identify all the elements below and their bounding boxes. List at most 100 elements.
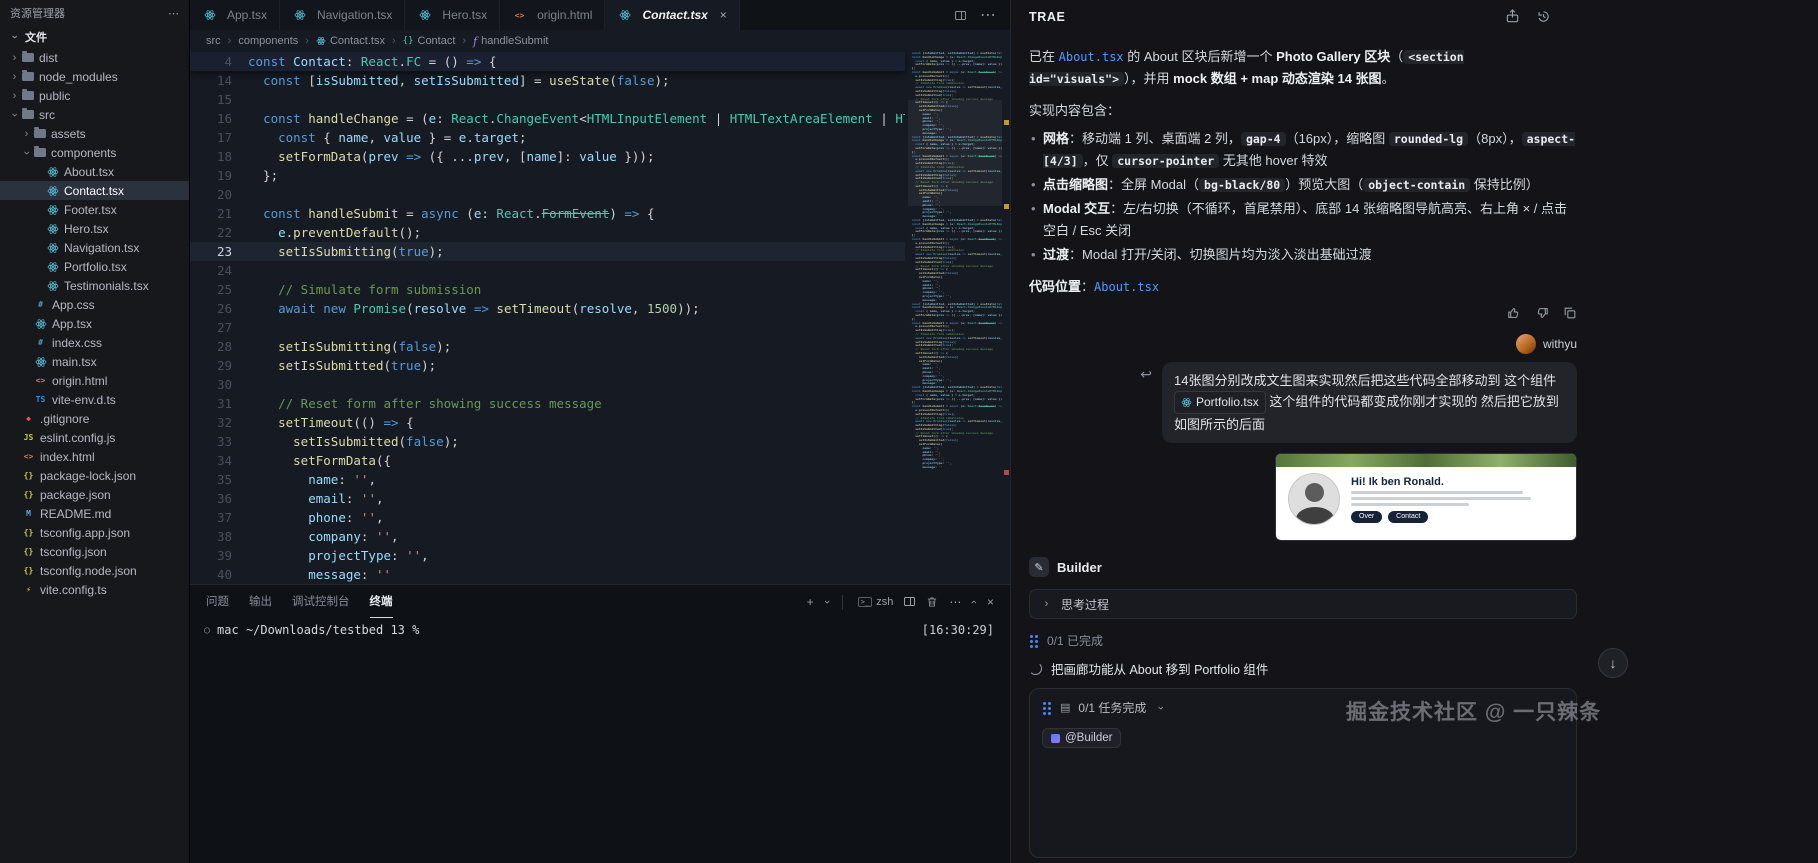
new-terminal-icon[interactable]: + [807, 595, 814, 609]
code-line-35[interactable]: 35 name: '', [190, 470, 905, 489]
code-line-37[interactable]: 37 phone: '', [190, 508, 905, 527]
file-tree-item-public[interactable]: ›public [0, 86, 189, 105]
more-actions-icon[interactable]: ⋯ [168, 7, 179, 20]
code-line-16[interactable]: 16 const handleChange = (e: React.Change… [190, 109, 905, 128]
code-line-34[interactable]: 34 setFormData({ [190, 451, 905, 470]
thinking-process-toggle[interactable]: › 思考过程 [1029, 589, 1577, 619]
file-tree-item-components[interactable]: ›components [0, 143, 189, 162]
file-tree-item-Portfolio.tsx[interactable]: Portfolio.tsx [0, 257, 189, 276]
terminal-output[interactable]: ○ mac ~/Downloads/testbed 13 % [16:30:29… [190, 618, 1010, 637]
split-editor-icon[interactable] [955, 11, 966, 20]
code-line-29[interactable]: 29 setIsSubmitted(true); [190, 356, 905, 375]
scroll-to-bottom-button[interactable]: ↓ [1598, 648, 1628, 678]
code-line-28[interactable]: 28 setIsSubmitting(false); [190, 337, 905, 356]
file-tree-item-main.tsx[interactable]: main.tsx [0, 352, 189, 371]
breadcrumb-item-Contact[interactable]: {}Contact [403, 35, 456, 47]
terminal-tab-调试控制台[interactable]: 调试控制台 [292, 585, 350, 618]
code-line-17[interactable]: 17 const { name, value } = e.target; [190, 128, 905, 147]
builder-mode-chip[interactable]: @Builder [1042, 728, 1121, 748]
tab-Navigation.tsx[interactable]: Navigation.tsx [280, 0, 405, 30]
shell-badge[interactable]: >_ zsh [858, 596, 894, 608]
tab-App.tsx[interactable]: App.tsx [190, 0, 280, 30]
code-line-27[interactable]: 27 [190, 318, 905, 337]
file-link[interactable]: About.tsx [1059, 50, 1124, 64]
thumbs-down-icon[interactable] [1535, 306, 1549, 320]
minimap-slider[interactable] [908, 100, 1002, 206]
terminal-dropdown-icon[interactable]: › [820, 600, 832, 604]
file-tree-item-tsconfig.json[interactable]: {}tsconfig.json [0, 542, 189, 561]
tab-Contact.tsx[interactable]: Contact.tsx× [605, 0, 739, 30]
file-tree-item-Testimonials.tsx[interactable]: Testimonials.tsx [0, 276, 189, 295]
breadcrumb-item-src[interactable]: src [206, 35, 221, 47]
code-line-38[interactable]: 38 company: '', [190, 527, 905, 546]
file-tree-item-index.css[interactable]: #index.css [0, 333, 189, 352]
code-line-14[interactable]: 14 const [isSubmitted, setIsSubmitted] =… [190, 71, 905, 90]
file-tree-item-Footer.tsx[interactable]: Footer.tsx [0, 200, 189, 219]
editor-more-icon[interactable]: ⋯ [980, 5, 996, 25]
copy-icon[interactable] [1563, 306, 1577, 320]
code-line-22[interactable]: 22 e.preventDefault(); [190, 223, 905, 242]
file-tree-item-tsconfig.app.json[interactable]: {}tsconfig.app.json [0, 523, 189, 542]
breadcrumb-item-Contact.tsx[interactable]: Contact.tsx [316, 35, 385, 47]
code-line-30[interactable]: 30 [190, 375, 905, 394]
code-line-33[interactable]: 33 setIsSubmitted(false); [190, 432, 905, 451]
file-tree-item-vite-env.d.ts[interactable]: TSvite-env.d.ts [0, 390, 189, 409]
share-icon[interactable] [1505, 9, 1520, 24]
file-tree-item-Hero.tsx[interactable]: Hero.tsx [0, 219, 189, 238]
tasks-progress-label[interactable]: 0/1 任务完成 [1078, 699, 1146, 716]
code-line-24[interactable]: 24 [190, 261, 905, 280]
file-tree-item-App.css[interactable]: #App.css [0, 295, 189, 314]
file-tree-item-dist[interactable]: ›dist [0, 48, 189, 67]
file-tree-item-package-lock.json[interactable]: {}package-lock.json [0, 466, 189, 485]
code-line-18[interactable]: 18 setFormData(prev => ({ ...prev, [name… [190, 147, 905, 166]
code-line-32[interactable]: 32 setTimeout(() => { [190, 413, 905, 432]
workspace-section[interactable]: › 文件 [0, 26, 189, 48]
history-icon[interactable] [1536, 9, 1551, 24]
file-tree-item-Contact.tsx[interactable]: Contact.tsx [0, 181, 189, 200]
code-line-39[interactable]: 39 projectType: '', [190, 546, 905, 565]
code-line-15[interactable]: 15 [190, 90, 905, 109]
code-line-19[interactable]: 19 }; [190, 166, 905, 185]
attachment-image[interactable]: Hi! Ik ben Ronald. OverContact [1275, 453, 1577, 541]
file-tree-item-.gitignore[interactable]: ◆.gitignore [0, 409, 189, 428]
code-line-26[interactable]: 26 await new Promise(resolve => setTimeo… [190, 299, 905, 318]
file-tree-item-package.json[interactable]: {}package.json [0, 485, 189, 504]
breadcrumb-item-handleSubmit[interactable]: fhandleSubmit [473, 35, 548, 48]
file-tree-item-README.md[interactable]: MREADME.md [0, 504, 189, 523]
close-tab-icon[interactable]: × [720, 8, 727, 22]
file-tree-item-src[interactable]: ›src [0, 105, 189, 124]
trash-icon[interactable] [926, 596, 938, 608]
file-tree-item-assets[interactable]: ›assets [0, 124, 189, 143]
file-tree-item-About.tsx[interactable]: About.tsx [0, 162, 189, 181]
split-terminal-icon[interactable] [904, 597, 915, 606]
file-tree-item-origin.html[interactable]: <>origin.html [0, 371, 189, 390]
file-chip[interactable]: Portfolio.tsx [1174, 391, 1266, 414]
code-line-25[interactable]: 25 // Simulate form submission [190, 280, 905, 299]
code-line-31[interactable]: 31 // Reset form after showing success m… [190, 394, 905, 413]
file-tree-item-vite.config.ts[interactable]: ⚡vite.config.ts [0, 580, 189, 599]
breadcrumb-item-components[interactable]: components [238, 35, 298, 47]
file-tree-item-eslint.config.js[interactable]: JSeslint.config.js [0, 428, 189, 447]
code-line-36[interactable]: 36 email: '', [190, 489, 905, 508]
terminal-tab-问题[interactable]: 问题 [206, 585, 229, 618]
code-line-4[interactable]: 4const Contact: React.FC = () => { [190, 52, 905, 71]
chevron-down-icon[interactable]: › [1155, 701, 1167, 714]
file-tree-item-node_modules[interactable]: ›node_modules [0, 67, 189, 86]
thumbs-up-icon[interactable] [1507, 306, 1521, 320]
code-line-20[interactable]: 20 [190, 185, 905, 204]
tab-Hero.tsx[interactable]: Hero.tsx [405, 0, 500, 30]
terminal-more-icon[interactable]: ⋯ [949, 595, 961, 609]
file-link[interactable]: About.tsx [1094, 280, 1159, 294]
file-tree-item-tsconfig.node.json[interactable]: {}tsconfig.node.json [0, 561, 189, 580]
file-tree-item-index.html[interactable]: <>index.html [0, 447, 189, 466]
revert-icon[interactable]: ↩ [1140, 366, 1152, 383]
code-line-21[interactable]: 21 const handleSubmit = async (e: React.… [190, 204, 905, 223]
terminal-tab-输出[interactable]: 输出 [249, 585, 272, 618]
close-panel-icon[interactable]: × [987, 595, 994, 609]
file-tree-item-App.tsx[interactable]: App.tsx [0, 314, 189, 333]
tab-origin.html[interactable]: <>origin.html [500, 0, 605, 30]
maximize-panel-icon[interactable]: › [968, 600, 980, 604]
code-line-23[interactable]: 23 setIsSubmitting(true); [190, 242, 905, 261]
code-editor[interactable]: 14 const [isSubmitted, setIsSubmitted] =… [190, 71, 905, 584]
code-line-40[interactable]: 40 message: '' [190, 565, 905, 584]
